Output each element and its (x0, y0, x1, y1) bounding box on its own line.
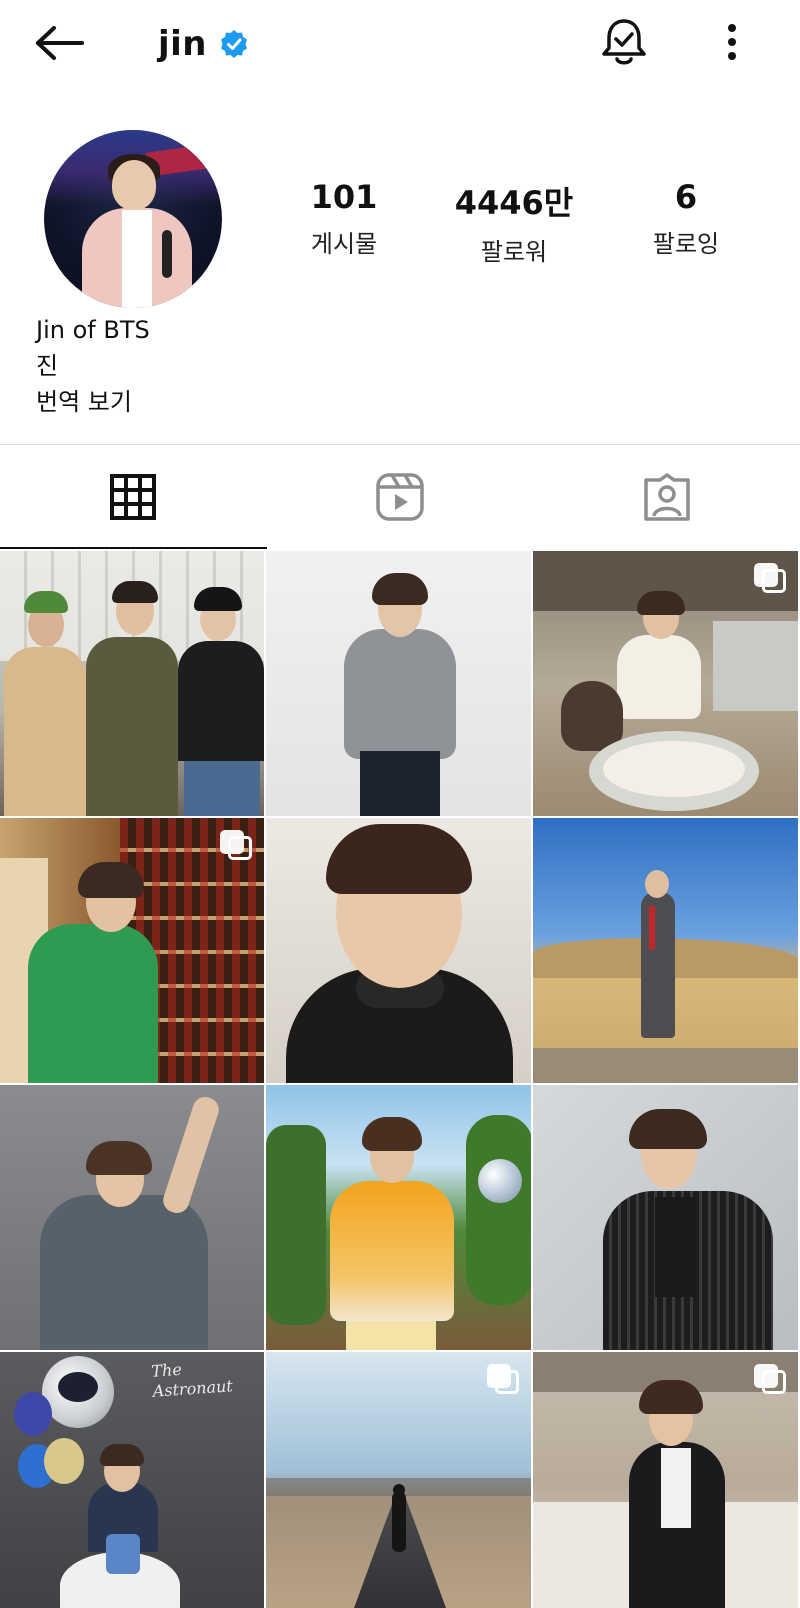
the-astronaut-wall-text: The Astronaut (150, 1359, 234, 1401)
posts-count-label: 게시물 (310, 230, 378, 258)
post-thumbnail-2[interactable] (266, 551, 533, 818)
following-count[interactable]: 6 팔로잉 (616, 178, 756, 259)
following-count-label: 팔로잉 (652, 230, 720, 258)
posts-grid: The Astronaut (0, 551, 800, 1608)
multiple-photos-icon (487, 1364, 519, 1396)
see-translation-link[interactable]: 번역 보기 (36, 384, 150, 420)
username-header: jin (158, 16, 249, 72)
post-thumbnail-9[interactable] (533, 1085, 800, 1352)
posts-count-value: 101 (310, 178, 378, 216)
multiple-photos-icon (220, 830, 252, 862)
followers-count-label: 팔로워 (480, 238, 548, 266)
more-options-button[interactable] (712, 14, 752, 70)
verified-badge-icon (221, 30, 248, 58)
profile-avatar[interactable] (44, 130, 222, 308)
tab-tagged[interactable] (533, 445, 800, 549)
post-thumbnail-10[interactable]: The Astronaut (0, 1352, 266, 1608)
tab-reels[interactable] (267, 445, 534, 549)
posts-count[interactable]: 101 게시물 (274, 178, 414, 259)
more-vertical-icon (728, 24, 736, 60)
content-tabs (0, 445, 800, 549)
post-thumbnail-11[interactable] (266, 1352, 533, 1608)
post-thumbnail-5[interactable] (266, 818, 533, 1085)
multiple-photos-icon (754, 1364, 786, 1396)
username: jin (158, 24, 208, 64)
multiple-photos-icon (754, 563, 786, 595)
post-thumbnail-4[interactable] (0, 818, 266, 1085)
post-thumbnail-3[interactable] (533, 551, 800, 818)
bio-name-line: Jin of BTS (36, 316, 150, 344)
followers-count-value: 4446만 (454, 184, 574, 222)
reels-icon (376, 473, 424, 521)
tab-posts-grid[interactable] (0, 445, 267, 549)
post-thumbnail-8[interactable] (266, 1085, 533, 1352)
followers-count[interactable]: 4446만 팔로워 (444, 178, 584, 267)
bio-korean-line: 진 (36, 352, 59, 380)
following-count-value: 6 (674, 178, 698, 216)
top-bar: jin (0, 0, 800, 90)
back-button[interactable] (30, 18, 90, 68)
post-thumbnail-12[interactable] (533, 1352, 800, 1608)
post-thumbnail-6[interactable] (533, 818, 800, 1085)
arrow-left-icon (36, 26, 84, 60)
tagged-icon (643, 473, 690, 521)
profile-bio: Jin of BTS 진 번역 보기 (36, 312, 150, 420)
post-thumbnail-7[interactable] (0, 1085, 266, 1352)
bell-check-icon (602, 19, 646, 65)
grid-icon (110, 474, 157, 520)
notifications-button[interactable] (596, 14, 652, 70)
post-thumbnail-1[interactable] (0, 551, 266, 818)
